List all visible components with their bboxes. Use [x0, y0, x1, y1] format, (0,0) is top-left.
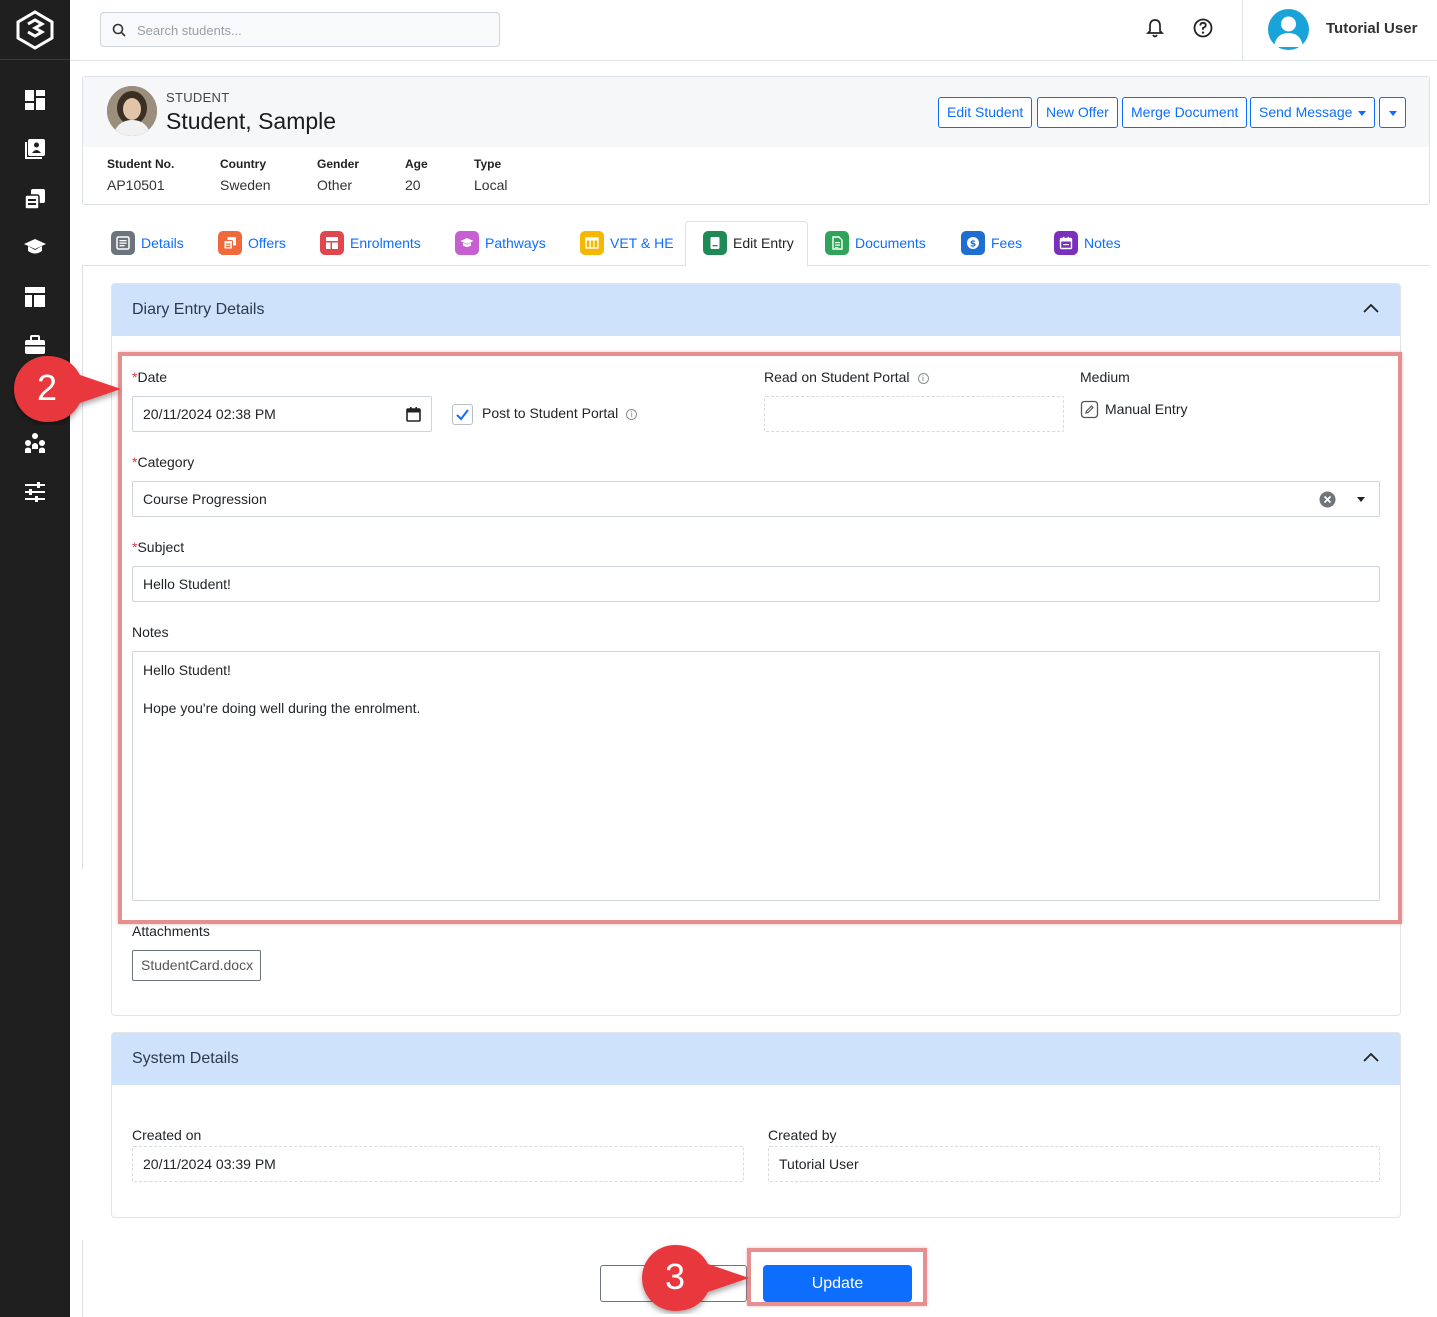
organisation-icon[interactable] — [23, 431, 47, 455]
enrolments-icon — [320, 231, 344, 255]
user-avatar[interactable] — [1268, 9, 1309, 50]
step-3-highlight-box — [747, 1248, 927, 1306]
tab-label: Notes — [1084, 235, 1121, 251]
topbar: Tutorial User — [70, 0, 1437, 61]
created-on-field: 20/11/2024 03:39 PM — [132, 1146, 744, 1182]
meta-label: Type — [474, 157, 502, 171]
tab-label: Offers — [248, 235, 286, 251]
step-2-number: 2 — [36, 367, 58, 408]
tab-edit-entry[interactable]: Edit Entry — [703, 229, 794, 257]
tab-label: Details — [141, 235, 184, 251]
tab-documents[interactable]: Documents — [825, 229, 926, 257]
more-actions-dropdown-button[interactable] — [1379, 97, 1406, 128]
vet-he-icon — [580, 231, 604, 255]
user-name[interactable]: Tutorial User — [1326, 20, 1417, 37]
meta-label: Student No. — [107, 157, 175, 171]
tab-label: VET & HE — [610, 235, 674, 251]
created-by-label: Created by — [768, 1127, 837, 1143]
tab-pathways[interactable]: Pathways — [455, 229, 546, 257]
attachments-label: Attachments — [132, 923, 210, 939]
student-header: STUDENT Student, Sample Edit Student New… — [83, 77, 1429, 147]
tab-offers[interactable]: Offers — [218, 229, 286, 257]
pathways-icon — [455, 231, 479, 255]
meta-type: Type Local — [474, 157, 507, 193]
created-by-field: Tutorial User — [768, 1146, 1380, 1182]
attachment-file-button[interactable]: StudentCard.docx — [132, 950, 261, 981]
tab-notes[interactable]: Notes — [1054, 229, 1121, 257]
user-avatar-icon — [1274, 16, 1303, 47]
created-on-value: 20/11/2024 03:39 PM — [143, 1156, 276, 1172]
tab-label: Documents — [855, 235, 926, 251]
step-2-highlight-box — [118, 352, 1402, 924]
tab-fees[interactable]: $ Fees — [961, 229, 1022, 257]
tab-label: Enrolments — [350, 235, 421, 251]
meta-value: AP10501 — [107, 177, 165, 193]
student-photo — [107, 86, 157, 136]
topbar-divider — [1242, 0, 1243, 60]
sidebar-divider — [0, 59, 70, 60]
tab-label: Edit Entry — [733, 235, 794, 251]
merge-document-button[interactable]: Merge Document — [1122, 97, 1248, 128]
tab-label: Fees — [991, 235, 1023, 251]
caret-down-icon — [1388, 110, 1397, 116]
layout-icon[interactable] — [23, 285, 47, 309]
content-left-border-bottom — [82, 1240, 83, 1317]
documents-icon — [825, 231, 849, 255]
meta-value: Other — [317, 177, 353, 193]
settings-sliders-icon[interactable] — [23, 480, 47, 504]
search-input[interactable] — [137, 19, 487, 41]
meta-label: Country — [220, 157, 266, 171]
tab-label: Pathways — [485, 235, 546, 251]
students-icon[interactable] — [23, 137, 47, 161]
send-message-label: Send Message — [1259, 104, 1353, 120]
tab-vet-he[interactable]: VET & HE — [580, 229, 674, 257]
step-3-number: 3 — [664, 1256, 686, 1297]
student-name: Student, Sample — [166, 108, 337, 134]
offers-tab-icon — [218, 231, 242, 255]
meta-value: Local — [474, 177, 508, 193]
app-logo-icon[interactable] — [14, 10, 56, 50]
sidebar — [0, 0, 70, 1317]
meta-gender: Gender Other — [317, 157, 359, 193]
notes-calendar-icon — [1054, 231, 1078, 255]
system-details-panel-header[interactable]: System Details — [112, 1033, 1400, 1085]
student-search[interactable] — [100, 12, 500, 47]
send-message-button[interactable]: Send Message — [1250, 97, 1376, 128]
notifications-bell-icon[interactable] — [1144, 17, 1166, 39]
details-icon — [111, 231, 135, 255]
meta-student-no: Student No. AP10501 — [107, 157, 174, 193]
created-on-label: Created on — [132, 1127, 202, 1143]
meta-label: Age — [405, 157, 428, 171]
dashboard-icon[interactable] — [23, 88, 47, 112]
chevron-up-icon[interactable] — [1362, 302, 1380, 314]
fees-dollar-icon: $ — [961, 231, 985, 255]
meta-country: Country Sweden — [220, 157, 271, 193]
edit-entry-icon — [703, 231, 727, 255]
system-details-panel: System Details — [111, 1032, 1401, 1218]
panel-title: System Details — [132, 1050, 239, 1067]
help-icon[interactable] — [1192, 17, 1214, 39]
student-kicker: STUDENT — [166, 90, 230, 105]
search-icon — [112, 23, 126, 37]
new-offer-button[interactable]: New Offer — [1037, 97, 1118, 128]
tab-details[interactable]: Details — [111, 229, 184, 257]
meta-label: Gender — [317, 157, 360, 171]
meta-value: 20 — [405, 177, 421, 193]
tab-enrolments[interactable]: Enrolments — [320, 229, 421, 257]
caret-down-icon — [1358, 110, 1367, 116]
offers-icon[interactable] — [23, 187, 47, 211]
diary-entry-panel-header[interactable]: Diary Entry Details — [112, 284, 1400, 336]
student-header-card: STUDENT Student, Sample Edit Student New… — [82, 76, 1430, 205]
meta-age: Age 20 — [405, 157, 428, 193]
svg-text:$: $ — [970, 239, 976, 249]
courses-icon[interactable] — [23, 235, 47, 259]
created-by-value: Tutorial User — [779, 1156, 859, 1172]
edit-student-button[interactable]: Edit Student — [938, 97, 1033, 128]
meta-value: Sweden — [220, 177, 271, 193]
student-portrait-icon — [107, 86, 157, 136]
chevron-up-icon[interactable] — [1362, 1051, 1380, 1063]
panel-title: Diary Entry Details — [132, 301, 265, 318]
